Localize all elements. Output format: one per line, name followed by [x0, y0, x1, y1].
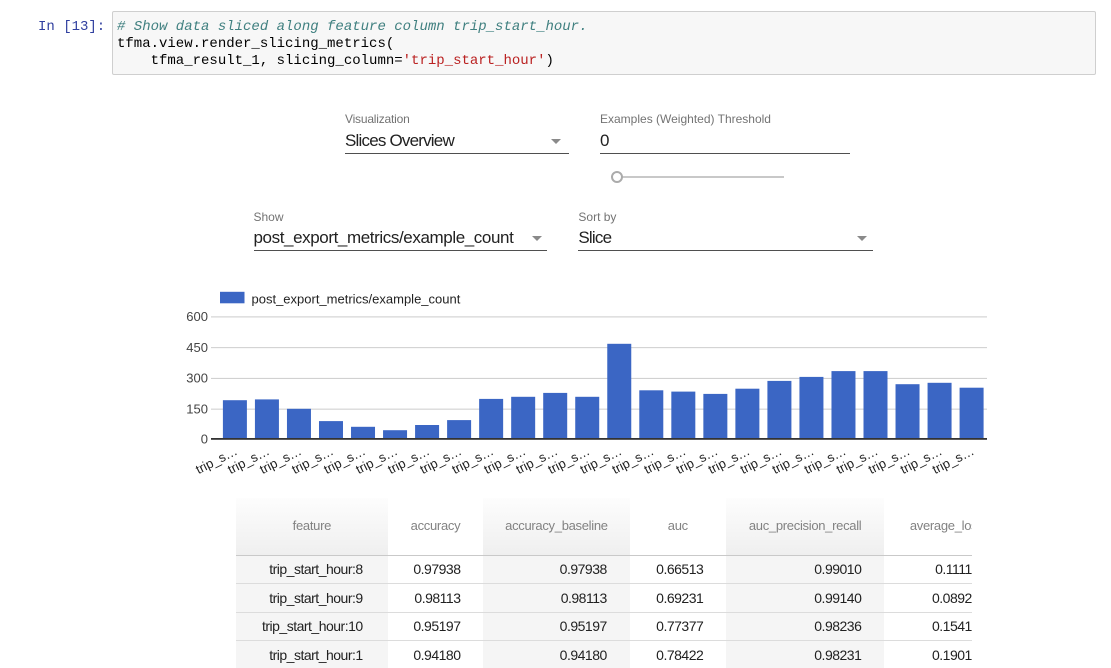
svg-text:600: 600 [186, 309, 208, 324]
svg-text:150: 150 [186, 401, 208, 416]
svg-text:post_export_metrics/example_co: post_export_metrics/example_count [252, 292, 461, 307]
svg-text:0: 0 [201, 432, 208, 447]
svg-text:450: 450 [186, 340, 208, 355]
svg-text:300: 300 [186, 371, 208, 386]
